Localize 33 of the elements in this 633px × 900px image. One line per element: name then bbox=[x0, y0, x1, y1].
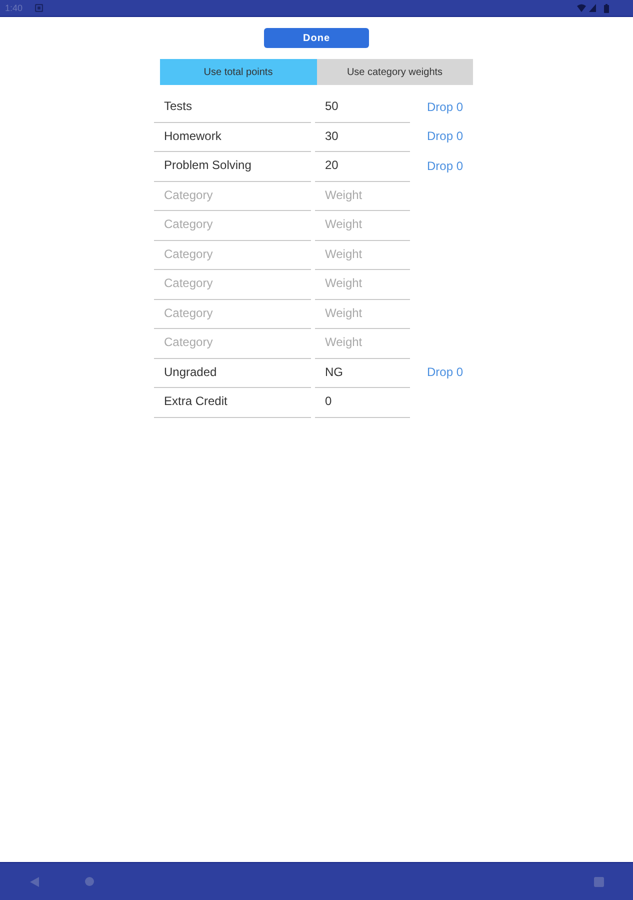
mode-tab[interactable]: Use category weights bbox=[316, 59, 473, 85]
weight-field[interactable]: 30 bbox=[315, 122, 410, 152]
mode-tab[interactable]: Use total points bbox=[160, 59, 316, 85]
category-field[interactable]: Ungraded bbox=[154, 358, 311, 388]
battery-icon bbox=[604, 4, 609, 12]
home-icon[interactable] bbox=[85, 877, 94, 886]
category-field[interactable]: Category bbox=[154, 211, 311, 240]
weight-field[interactable]: Weight bbox=[315, 270, 410, 300]
weight-field[interactable]: NG bbox=[315, 358, 410, 388]
done-button[interactable]: Done bbox=[264, 28, 369, 48]
notification-icon bbox=[34, 4, 43, 12]
weight-field[interactable]: Weight bbox=[315, 211, 410, 240]
category-field[interactable]: Category bbox=[154, 240, 311, 270]
category-field[interactable]: Tests bbox=[154, 93, 311, 122]
weight-field[interactable]: 50 bbox=[315, 93, 410, 122]
weight-field[interactable]: 20 bbox=[315, 152, 410, 182]
category-field[interactable]: Category bbox=[154, 182, 311, 211]
weight-field[interactable]: Weight bbox=[315, 182, 410, 211]
weight-field[interactable]: Weight bbox=[315, 240, 410, 270]
category-field[interactable]: Category bbox=[154, 270, 311, 300]
weight-field[interactable]: Weight bbox=[315, 329, 410, 358]
category-field[interactable]: Category bbox=[154, 300, 311, 329]
wifi-icon bbox=[577, 4, 586, 12]
recents-icon[interactable] bbox=[594, 876, 604, 886]
category-field[interactable]: Homework bbox=[154, 122, 311, 152]
back-icon[interactable] bbox=[30, 876, 39, 886]
weight-field[interactable]: 0 bbox=[315, 388, 410, 418]
category-field[interactable]: Category bbox=[154, 329, 311, 358]
weight-field[interactable]: Weight bbox=[315, 300, 410, 329]
category-field[interactable]: Extra Credit bbox=[154, 388, 311, 418]
status-time: 1:40 bbox=[5, 3, 23, 13]
signal-icon bbox=[589, 4, 596, 12]
category-field[interactable]: Problem Solving bbox=[154, 152, 311, 182]
